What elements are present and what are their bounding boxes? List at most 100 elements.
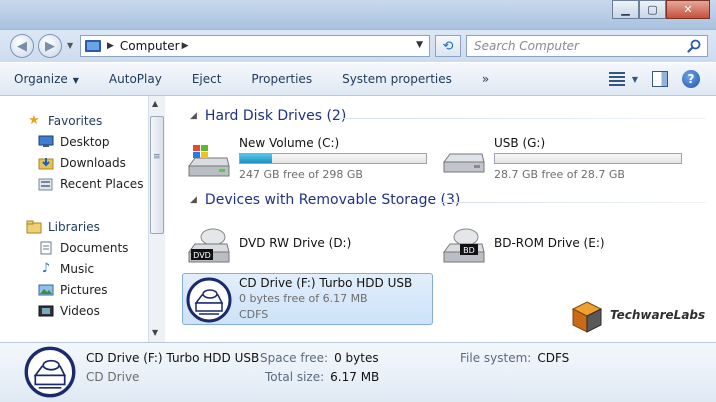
drive-dvd-rw-d[interactable]: DVD DVD RW Drive (D:) [183, 220, 433, 270]
address-dropdown-icon[interactable]: ▼ [416, 40, 423, 50]
address-bar[interactable]: ▶ Computer ▶ ▼ [80, 35, 430, 57]
view-options-chevron-icon[interactable]: ▼ [632, 75, 638, 84]
nav-item-label: Pictures [60, 282, 108, 297]
window-controls: ▁ ▢ ✕ [612, 0, 710, 19]
group-hard-disk-drives[interactable]: ◢ Hard Disk Drives (2) [190, 108, 346, 124]
nav-item-label: Desktop [60, 134, 110, 149]
videos-icon [38, 304, 54, 318]
bd-badge: BD [463, 246, 475, 255]
nav-scrollbar[interactable]: ▲ ≡ ▼ [148, 96, 165, 342]
close-button[interactable]: ✕ [666, 0, 710, 19]
breadcrumb-computer[interactable]: Computer [120, 39, 180, 53]
pictures-icon [38, 283, 54, 297]
scroll-up-icon[interactable]: ▲ [152, 99, 158, 108]
drive-cd-f-selected[interactable]: CD Drive (F:) Turbo HDD USB 0 bytes free… [182, 273, 433, 325]
details-space-free: Space free: 0 bytes [260, 351, 379, 365]
nav-favorites[interactable]: ★ Favorites [26, 110, 143, 131]
dvd-badge: DVD [193, 251, 211, 260]
maximize-button[interactable]: ▢ [639, 0, 666, 19]
nav-item-desktop[interactable]: Desktop [26, 131, 143, 152]
drive-filesystem: CDFS [239, 308, 269, 321]
drive-usage-bar [239, 153, 427, 164]
back-button[interactable]: ◀ [10, 34, 34, 58]
cd-drive-icon [186, 277, 232, 323]
group-collapse-icon[interactable]: ◢ [190, 111, 197, 121]
organize-button[interactable]: Organize ▼ [14, 72, 79, 86]
details-name: CD Drive (F:) Turbo HDD USB [86, 351, 260, 365]
address-row: ◀ ▶ ▼ ▶ Computer ▶ ▼ ⟲ Search Computer [0, 30, 716, 62]
nav-item-downloads[interactable]: Downloads [26, 152, 143, 173]
help-icon[interactable]: ? [682, 70, 700, 88]
search-input[interactable]: Search Computer [466, 35, 708, 57]
drive-name: DVD RW Drive (D:) [239, 236, 352, 250]
command-bar: Organize ▼ AutoPlay Eject Properties Syst… [0, 62, 716, 96]
total-size-value: 6.17 MB [330, 370, 380, 384]
recent-places-icon [38, 177, 54, 191]
nav-libraries[interactable]: Libraries [26, 216, 143, 237]
file-system-label: File system: [460, 351, 532, 365]
preview-pane-icon[interactable] [652, 71, 668, 87]
chevron-down-icon: ▼ [72, 76, 79, 85]
navigation-pane: ★ Favorites Desktop Downloads Recent Pla… [0, 96, 165, 342]
recent-pages-dropdown[interactable]: ▼ [67, 41, 73, 50]
refresh-icon: ⟲ [442, 38, 454, 54]
breadcrumb-separator-icon[interactable]: ▶ [182, 41, 189, 51]
scrollbar-thumb[interactable] [150, 116, 164, 234]
nav-item-documents[interactable]: Documents [26, 237, 143, 258]
eject-button[interactable]: Eject [192, 72, 222, 86]
group-removable-storage[interactable]: ◢ Devices with Removable Storage (3) [190, 192, 460, 208]
watermark-text: TechwareLabs [610, 308, 706, 322]
system-properties-button[interactable]: System properties [342, 72, 452, 86]
details-total-size: Total size: 6.17 MB [265, 370, 379, 384]
space-free-label: Space free: [260, 351, 329, 365]
minimize-button[interactable]: ▁ [612, 0, 639, 19]
dvd-drive-icon: DVD [188, 228, 230, 263]
drive-free-space: 247 GB free of 298 GB [239, 168, 363, 181]
forward-button[interactable]: ▶ [38, 34, 62, 58]
autoplay-button[interactable]: AutoPlay [109, 72, 162, 86]
scroll-down-icon[interactable]: ▼ [152, 328, 158, 337]
libraries-folder-icon [26, 220, 42, 234]
forward-arrow-icon: ▶ [45, 38, 55, 54]
more-commands-button[interactable]: » [482, 72, 489, 86]
details-file-system: File system: CDFS [460, 351, 569, 365]
drive-usage-bar [494, 153, 682, 164]
group-divider [440, 202, 706, 203]
hard-drive-windows-icon [188, 145, 230, 177]
drive-name: BD-ROM Drive (E:) [494, 236, 605, 250]
drive-free-space: 28.7 GB free of 28.7 GB [494, 168, 625, 181]
nav-item-recent-places[interactable]: Recent Places [26, 173, 143, 194]
file-system-value: CDFS [537, 351, 570, 365]
organize-label: Organize [14, 72, 68, 86]
drive-usb-g[interactable]: USB (G:) 28.7 GB free of 28.7 GB [438, 134, 688, 184]
scroll-grip-icon: ≡ [153, 152, 161, 162]
nav-item-music[interactable]: ♪ Music [26, 258, 143, 279]
nav-item-label: Videos [60, 303, 100, 318]
properties-button[interactable]: Properties [251, 72, 312, 86]
drive-name: USB (G:) [494, 136, 546, 150]
nav-item-label: Downloads [60, 155, 126, 170]
drive-new-volume-c[interactable]: New Volume (C:) 247 GB free of 298 GB [183, 134, 433, 184]
nav-item-pictures[interactable]: Pictures [26, 279, 143, 300]
nav-favorites-label: Favorites [48, 113, 103, 128]
back-arrow-icon: ◀ [17, 38, 27, 54]
group-collapse-icon[interactable]: ◢ [190, 195, 197, 205]
drive-bd-rom-e[interactable]: BD BD-ROM Drive (E:) [438, 220, 688, 270]
drive-name: CD Drive (F:) Turbo HDD USB [239, 276, 413, 290]
breadcrumb-separator-icon[interactable]: ▶ [107, 41, 114, 51]
documents-icon [38, 241, 54, 255]
refresh-button[interactable]: ⟲ [435, 35, 461, 57]
drive-name: New Volume (C:) [239, 136, 340, 150]
group-heading-label: Devices with Removable Storage (3) [204, 192, 461, 208]
group-heading-label: Hard Disk Drives (2) [204, 108, 347, 124]
total-size-label: Total size: [265, 370, 325, 384]
search-icon[interactable] [687, 39, 701, 53]
techwarelabs-watermark: TechwareLabs [570, 294, 716, 338]
drive-usage-fill [240, 154, 272, 163]
change-view-icon[interactable] [608, 71, 626, 87]
nav-item-label: Music [60, 261, 95, 276]
details-pane: CD Drive (F:) Turbo HDD USB CD Drive Spa… [0, 342, 716, 402]
removable-drive-icon [443, 153, 485, 173]
group-divider [336, 118, 706, 119]
nav-item-videos[interactable]: Videos [26, 300, 143, 321]
